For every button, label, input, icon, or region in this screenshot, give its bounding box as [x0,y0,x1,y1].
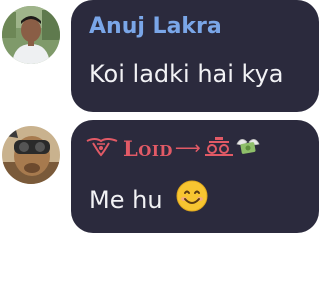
message-text-content: Me hu [89,186,163,214]
avatar-photo [2,6,60,64]
wing-icon [85,135,119,161]
sender-name[interactable]: Anuj Lakra [89,14,222,39]
message-text: Me hu [89,180,208,218]
arrow-glyph: ⟶ [174,137,201,159]
avatar-photo [2,126,60,184]
avatar[interactable] [2,6,60,64]
message-bubble[interactable]: Loid ⟶ Me hu [71,120,319,233]
flying-money-icon [235,134,261,162]
avatar[interactable] [2,126,60,184]
sender-name[interactable]: Loid ⟶ [85,132,261,164]
smiling-face-emoji-icon [176,180,208,218]
message-bubble[interactable]: Anuj Lakra Koi ladki hai kya [71,0,319,112]
train-icon [203,135,235,161]
chat-thread: Anuj Lakra Koi ladki hai kya Loid ⟶ Me h… [0,0,320,287]
message-text: Koi ladki hai kya [89,60,284,88]
sender-fancy-name: Loid [123,135,173,161]
